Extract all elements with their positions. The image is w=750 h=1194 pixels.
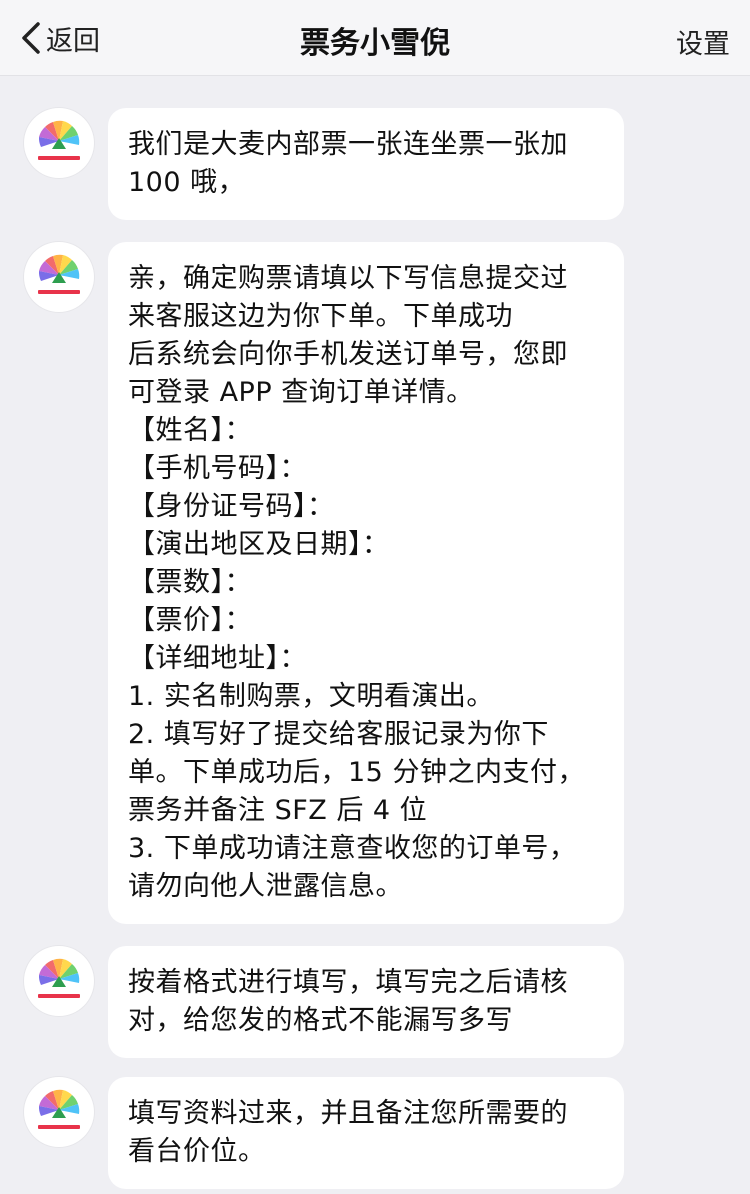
logo-icon <box>38 958 80 998</box>
logo-icon <box>38 254 80 294</box>
logo-icon <box>38 120 80 160</box>
message-line: 对，给您发的格式不能漏写多写 <box>128 1005 513 1036</box>
navigation-bar: 返回 票务小雪倪 设置 <box>0 0 750 76</box>
avatar[interactable] <box>24 1077 94 1147</box>
chevron-left-icon <box>18 20 44 56</box>
message-bubble: 我们是大麦内部票一张连坐票一张加 100 哦， <box>108 108 624 220</box>
logo-icon <box>38 1089 80 1129</box>
message-line: 单。下单成功后，15 分钟之内支付， <box>128 757 585 788</box>
message-line: 【姓名】： <box>128 415 252 446</box>
message-line: 3. 下单成功请注意查收您的订单号， <box>128 833 577 864</box>
avatar[interactable] <box>24 108 94 178</box>
message-line: 2. 填写好了提交给客服记录为你下 <box>128 719 549 750</box>
settings-button[interactable]: 设置 <box>676 22 730 61</box>
avatar[interactable] <box>24 242 94 312</box>
chat-title: 票务小雪倪 <box>300 26 450 61</box>
message-line: 来客服这边为你下单。下单成功 <box>128 301 513 332</box>
message-line: 【详细地址】： <box>128 643 307 674</box>
message-line: 我们是大麦内部票一张连坐票一张加 <box>128 129 568 160</box>
back-label: 返回 <box>46 25 100 57</box>
message-line: 【身份证号码】： <box>128 491 335 522</box>
message-line: 1. 实名制购票，文明看演出。 <box>128 681 494 712</box>
message-bubble: 亲，确定购票请填以下写信息提交过 来客服这边为你下单。下单成功 后系统会向你手机… <box>108 242 624 924</box>
message-line: 按着格式进行填写，填写完之后请核 <box>128 967 568 998</box>
message-line: 【演出地区及日期】： <box>128 529 390 560</box>
message-line: 看台价位。 <box>128 1136 266 1167</box>
message-line: 100 哦， <box>128 167 246 198</box>
message-line: 票务并备注 SFZ 后 4 位 <box>128 795 428 826</box>
message-line: 【票价】： <box>128 605 252 636</box>
message-line: 【手机号码】： <box>128 453 307 484</box>
message-bubble: 按着格式进行填写，填写完之后请核 对，给您发的格式不能漏写多写 <box>108 946 624 1058</box>
back-button[interactable]: 返回 <box>18 16 100 60</box>
message-line: 亲，确定购票请填以下写信息提交过 <box>128 263 568 294</box>
message-line: 可登录 APP 查询订单详情。 <box>128 377 474 408</box>
message-line: 后系统会向你手机发送订单号，您即 <box>128 339 568 370</box>
message-line: 请勿向他人泄露信息。 <box>128 871 403 902</box>
avatar[interactable] <box>24 946 94 1016</box>
message-line: 【票数】： <box>128 567 252 598</box>
message-line: 填写资料过来，并且备注您所需要的 <box>128 1098 568 1129</box>
message-bubble: 填写资料过来，并且备注您所需要的 看台价位。 <box>108 1077 624 1189</box>
